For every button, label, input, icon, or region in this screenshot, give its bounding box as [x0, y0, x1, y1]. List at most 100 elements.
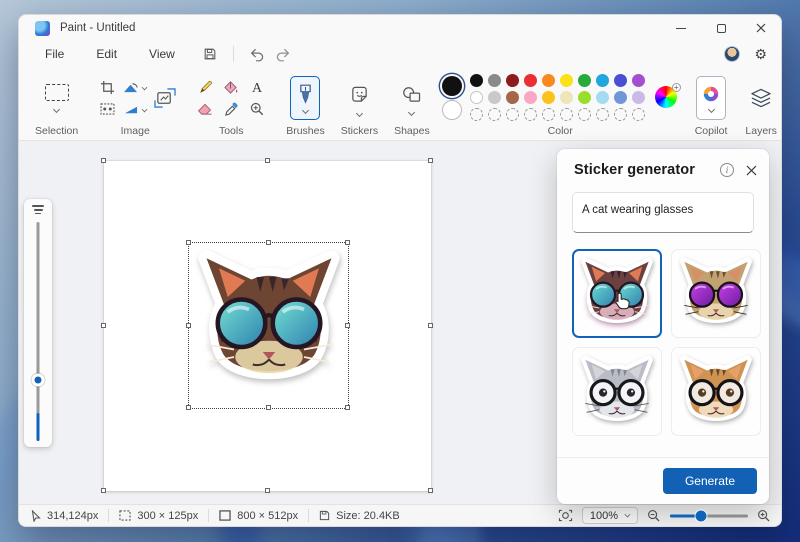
slider-thumb[interactable]: [32, 373, 45, 386]
title-bar[interactable]: Paint - Untitled: [19, 15, 781, 41]
canvas-resize-handle[interactable]: [428, 323, 433, 328]
text-tool-icon[interactable]: A: [250, 80, 264, 94]
empty-color-slot[interactable]: [524, 108, 537, 121]
canvas-resize-handle[interactable]: [428, 158, 433, 163]
color-swatch[interactable]: [524, 91, 537, 104]
color-swatch[interactable]: [596, 74, 609, 87]
magnifier-icon[interactable]: [250, 102, 264, 116]
brushes-button[interactable]: [290, 76, 320, 120]
selection-resize-handle[interactable]: [266, 405, 271, 410]
eyedropper-icon[interactable]: [224, 102, 238, 117]
drawing-canvas[interactable]: [104, 161, 431, 491]
save-button[interactable]: [197, 44, 223, 64]
zoom-level-dropdown[interactable]: 100%: [582, 507, 638, 524]
color-swatch[interactable]: [560, 74, 573, 87]
selection-box[interactable]: [188, 242, 349, 409]
empty-color-slot[interactable]: [578, 108, 591, 121]
selection-resize-handle[interactable]: [345, 405, 350, 410]
chevron-down-icon[interactable]: [53, 106, 60, 113]
slider-track[interactable]: [37, 222, 40, 441]
empty-color-slot[interactable]: [632, 108, 645, 121]
color-swatch[interactable]: [560, 91, 573, 104]
panel-close-button[interactable]: [746, 165, 757, 176]
color-swatch[interactable]: [488, 74, 501, 87]
selection-resize-handle[interactable]: [186, 405, 191, 410]
empty-color-slot[interactable]: [542, 108, 555, 121]
empty-color-slot[interactable]: [614, 108, 627, 121]
selection-resize-handle[interactable]: [266, 240, 271, 245]
crop-icon[interactable]: [100, 80, 115, 95]
sticker-result-cat-tabby-glasses[interactable]: [671, 347, 761, 436]
empty-color-slot[interactable]: [596, 108, 609, 121]
copilot-button[interactable]: [696, 76, 726, 120]
color-swatch[interactable]: [578, 91, 591, 104]
layers-button[interactable]: [750, 88, 772, 109]
generate-button[interactable]: Generate: [663, 468, 757, 494]
empty-color-slot[interactable]: [560, 108, 573, 121]
maximize-button[interactable]: [701, 15, 741, 41]
undo-button[interactable]: [244, 44, 270, 64]
edit-colors-button[interactable]: +: [655, 86, 679, 110]
rotate-button[interactable]: [123, 81, 147, 94]
empty-color-slot[interactable]: [506, 108, 519, 121]
size-slider[interactable]: [24, 222, 52, 441]
color-swatch[interactable]: [614, 91, 627, 104]
zoom-out-icon[interactable]: [647, 509, 661, 522]
selection-resize-handle[interactable]: [186, 240, 191, 245]
select-all-icon[interactable]: [100, 103, 115, 115]
sticker-result-cat-purple-sunglasses[interactable]: [671, 249, 761, 338]
foreground-color-swatch[interactable]: [442, 76, 462, 96]
menu-file[interactable]: File: [35, 44, 74, 64]
minimize-button[interactable]: [661, 15, 701, 41]
selection-tool[interactable]: [45, 84, 69, 112]
fit-to-screen-icon[interactable]: [558, 509, 573, 522]
settings-gear-icon[interactable]: ⚙: [754, 47, 767, 61]
pencil-icon[interactable]: [198, 80, 213, 95]
color-swatch[interactable]: [614, 74, 627, 87]
account-avatar[interactable]: [724, 46, 740, 62]
selected-sticker-cat-image[interactable]: [194, 247, 344, 399]
menu-edit[interactable]: Edit: [86, 44, 127, 64]
eraser-icon[interactable]: [197, 103, 213, 116]
menu-view[interactable]: View: [139, 44, 185, 64]
color-swatch[interactable]: [488, 91, 501, 104]
color-swatch[interactable]: [542, 91, 555, 104]
selection-resize-handle[interactable]: [345, 240, 350, 245]
close-button[interactable]: [741, 15, 781, 41]
color-swatch[interactable]: [578, 74, 591, 87]
selection-resize-handle[interactable]: [345, 323, 350, 328]
canvas-resize-handle[interactable]: [265, 488, 270, 493]
empty-color-slot[interactable]: [488, 108, 501, 121]
color-swatch[interactable]: [524, 74, 537, 87]
color-swatch[interactable]: [506, 74, 519, 87]
color-swatch[interactable]: [506, 91, 519, 104]
color-swatch[interactable]: [542, 74, 555, 87]
canvas-resize-handle[interactable]: [428, 488, 433, 493]
flip-button[interactable]: [124, 103, 147, 116]
color-swatch[interactable]: [632, 74, 645, 87]
redo-button[interactable]: [270, 44, 296, 64]
sticker-result-cat-teal-sunglasses[interactable]: [572, 249, 662, 338]
canvas-resize-handle[interactable]: [101, 323, 106, 328]
selection-resize-handle[interactable]: [186, 323, 191, 328]
zoom-slider-thumb[interactable]: [696, 510, 707, 521]
shapes-button[interactable]: [402, 82, 421, 115]
color-swatch[interactable]: [470, 74, 483, 87]
zoom-in-icon[interactable]: [757, 509, 771, 522]
info-icon[interactable]: i: [720, 163, 734, 177]
sticker-result-cat-gray-glasses[interactable]: [572, 347, 662, 436]
color-swatch[interactable]: [470, 91, 483, 104]
color-swatch[interactable]: [596, 91, 609, 104]
canvas-resize-handle[interactable]: [101, 158, 106, 163]
empty-color-slot[interactable]: [470, 108, 483, 121]
resize-icon[interactable]: [154, 88, 176, 108]
prompt-input[interactable]: A cat wearing glasses: [572, 192, 754, 233]
canvas-resize-handle[interactable]: [265, 158, 270, 163]
fill-bucket-icon[interactable]: [223, 80, 239, 95]
color-swatch[interactable]: [632, 91, 645, 104]
background-color-swatch[interactable]: [442, 100, 462, 120]
chevron-down-icon: [408, 108, 415, 115]
canvas-resize-handle[interactable]: [101, 488, 106, 493]
zoom-slider[interactable]: [670, 510, 748, 522]
stickers-button[interactable]: [350, 81, 369, 116]
